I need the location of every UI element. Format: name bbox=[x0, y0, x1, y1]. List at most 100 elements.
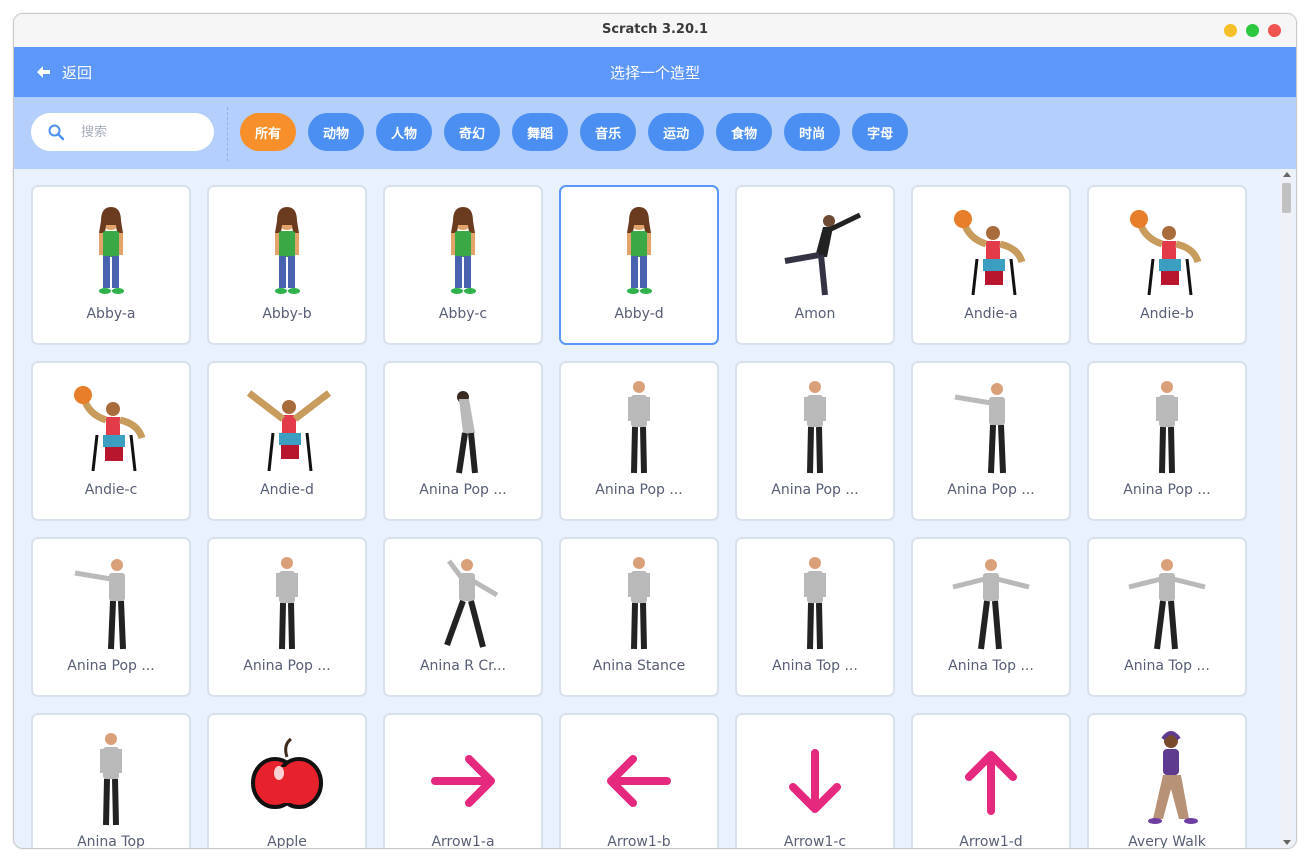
costume-card[interactable]: Abby-d bbox=[559, 185, 719, 345]
dancer-standing-icon bbox=[804, 557, 826, 650]
tag-list: 所有 动物 人物 奇幻 舞蹈 音乐 运动 食物 时尚 字母 bbox=[240, 113, 920, 151]
dancer-arms-out-icon bbox=[1128, 559, 1206, 650]
tag-button[interactable]: 食物 bbox=[716, 113, 773, 151]
wheelchair-basketball-icon bbox=[954, 210, 1026, 296]
tag-button[interactable]: 人物 bbox=[376, 113, 433, 151]
tag-button[interactable]: 时尚 bbox=[784, 113, 841, 151]
costume-name: Arrow1-b bbox=[607, 834, 671, 848]
costume-name: Anina Top ... bbox=[1124, 658, 1210, 674]
costume-name: Anina Pop ... bbox=[595, 482, 683, 498]
costume-name: Andie-b bbox=[1140, 306, 1194, 322]
search-icon bbox=[48, 124, 65, 141]
costume-name: Abby-c bbox=[438, 306, 488, 322]
dancer-standing-icon bbox=[804, 381, 826, 474]
costume-card[interactable]: Anina Pop ... bbox=[383, 361, 543, 521]
costume-card[interactable]: Anina Top ... bbox=[1087, 537, 1247, 697]
costume-name: Anina Pop ... bbox=[67, 658, 155, 674]
tag-button[interactable]: 音乐 bbox=[580, 113, 637, 151]
costume-card[interactable]: Avery Walk bbox=[1087, 713, 1247, 848]
page-title: 选择一个造型 bbox=[609, 64, 700, 82]
costume-card[interactable]: Andie-c bbox=[31, 361, 191, 521]
wheelchair-arms-up-icon bbox=[246, 390, 332, 472]
costume-card[interactable]: Anina Pop ... bbox=[31, 537, 191, 697]
costume-card[interactable]: Anina Pop ... bbox=[911, 361, 1071, 521]
costume-name: Apple bbox=[267, 834, 307, 848]
costume-name: Anina Top ... bbox=[772, 658, 858, 674]
costume-card[interactable]: Andie-a bbox=[911, 185, 1071, 345]
divider bbox=[227, 107, 228, 161]
girl-standing-icon bbox=[451, 207, 476, 294]
costume-name: Abby-d bbox=[614, 306, 664, 322]
costume-name: Andie-c bbox=[84, 482, 138, 498]
tag-button[interactable]: 字母 bbox=[852, 113, 909, 151]
dancer-standing-icon bbox=[276, 557, 298, 650]
costume-card[interactable]: Andie-d bbox=[207, 361, 367, 521]
costume-name: Andie-a bbox=[964, 306, 1018, 322]
wheelchair-basketball-icon bbox=[1130, 210, 1202, 296]
costume-card[interactable]: Anina Pop ... bbox=[559, 361, 719, 521]
costume-name: Abby-a bbox=[86, 306, 136, 322]
costume-name: Amon bbox=[794, 306, 836, 322]
tag-button[interactable]: 动物 bbox=[308, 113, 365, 151]
title-bar: Scratch 3.20.1 bbox=[14, 14, 1296, 48]
costume-card[interactable]: Anina Top ... bbox=[735, 537, 895, 697]
costume-card[interactable]: Arrow1-c bbox=[735, 713, 895, 848]
search-box[interactable] bbox=[31, 113, 214, 151]
costume-name: Anina Pop ... bbox=[1123, 482, 1211, 498]
costume-name: Arrow1-d bbox=[959, 834, 1023, 848]
tag-button[interactable]: 舞蹈 bbox=[512, 113, 569, 151]
tag-button[interactable]: 运动 bbox=[648, 113, 705, 151]
library-header: 返回 选择一个造型 bbox=[14, 47, 1296, 97]
scroll-up-icon[interactable] bbox=[1283, 172, 1291, 177]
costume-card[interactable]: Anina Pop ... bbox=[735, 361, 895, 521]
arrow-right-icon bbox=[431, 755, 495, 807]
costume-name: Anina Pop ... bbox=[419, 482, 507, 498]
costume-name: Anina Pop ... bbox=[771, 482, 859, 498]
dancer-point-icon bbox=[954, 383, 1006, 474]
maximize-button[interactable] bbox=[1246, 24, 1259, 37]
costume-name: Anina Stance bbox=[592, 658, 686, 674]
dancer-kick-icon bbox=[784, 212, 862, 296]
costume-card[interactable]: Andie-b bbox=[1087, 185, 1247, 345]
scroll-down-icon[interactable] bbox=[1283, 840, 1291, 845]
wheelchair-basketball-icon bbox=[74, 386, 146, 472]
scrollbar[interactable] bbox=[1280, 169, 1294, 848]
costume-card[interactable]: Abby-b bbox=[207, 185, 367, 345]
filter-bar: 所有动物人物奇幻舞蹈音乐运动食物时尚字母 bbox=[14, 97, 1296, 169]
girl-walking-icon bbox=[1148, 731, 1198, 824]
costume-card[interactable]: Abby-c bbox=[383, 185, 543, 345]
window-title: Scratch 3.20.1 bbox=[601, 22, 708, 37]
costume-card[interactable]: Anina Stance bbox=[559, 537, 719, 697]
costume-name: Andie-d bbox=[260, 482, 314, 498]
costume-card[interactable]: Arrow1-b bbox=[559, 713, 719, 848]
costume-card[interactable]: Arrow1-a bbox=[383, 713, 543, 848]
costume-card[interactable]: Anina R Cr... bbox=[383, 537, 543, 697]
dancer-lunge-icon bbox=[444, 559, 499, 648]
costume-card[interactable]: Abby-a bbox=[31, 185, 191, 345]
girl-standing-icon bbox=[99, 207, 124, 294]
scrollbar-thumb[interactable] bbox=[1282, 183, 1291, 213]
minimize-button[interactable] bbox=[1224, 24, 1237, 37]
girl-standing-icon bbox=[627, 207, 652, 294]
costume-card[interactable]: Anina Pop ... bbox=[207, 537, 367, 697]
arrow-left-icon bbox=[607, 755, 671, 807]
tag-button[interactable]: 所有 bbox=[240, 113, 297, 151]
apple-icon bbox=[251, 737, 323, 809]
costume-grid: Abby-a Abby-b Abby-c Abby-d Amon Andie-a… bbox=[31, 185, 1247, 848]
close-button[interactable] bbox=[1268, 24, 1281, 37]
costume-name: Avery Walk bbox=[1128, 834, 1206, 848]
tag-button[interactable]: 奇幻 bbox=[444, 113, 501, 151]
costume-name: Anina Pop ... bbox=[947, 482, 1035, 498]
dancer-arms-out-icon bbox=[952, 559, 1030, 650]
costume-card[interactable]: Anina Top ... bbox=[911, 537, 1071, 697]
costume-card[interactable]: Arrow1-d bbox=[911, 713, 1071, 848]
dancer-standing-icon bbox=[1156, 381, 1178, 474]
costume-grid-area: Abby-a Abby-b Abby-c Abby-d Amon Andie-a… bbox=[14, 169, 1276, 848]
costume-name: Anina R Cr... bbox=[419, 658, 507, 674]
costume-name: Abby-b bbox=[262, 306, 312, 322]
costume-card[interactable]: Amon bbox=[735, 185, 895, 345]
costume-card[interactable]: Anina Pop ... bbox=[1087, 361, 1247, 521]
search-input[interactable] bbox=[79, 123, 193, 141]
costume-card[interactable]: Apple bbox=[207, 713, 367, 848]
costume-card[interactable]: Anina Top bbox=[31, 713, 191, 848]
